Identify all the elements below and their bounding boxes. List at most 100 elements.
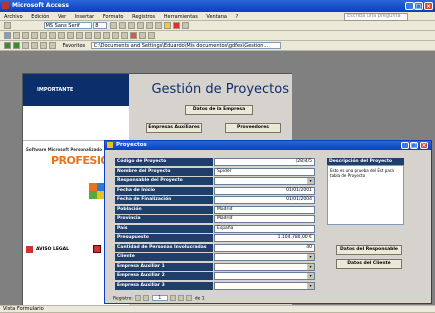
dropdown-arrow-icon[interactable]: ▾	[307, 282, 314, 289]
menu-formato[interactable]: Formato	[103, 14, 124, 20]
field-value-text: (28)4/5	[295, 159, 312, 164]
aviso-go-icon[interactable]	[93, 245, 101, 253]
empresa-data-button[interactable]: Datos de la Empresa	[185, 105, 253, 115]
dropdown-arrow-icon[interactable]: ▾	[307, 254, 314, 260]
help-box[interactable]: Escriba una pregunta	[344, 13, 408, 21]
print-icon[interactable]	[22, 32, 29, 39]
current-record-field[interactable]: 1	[151, 295, 168, 301]
menu-edicion[interactable]: Edición	[31, 14, 49, 20]
underline-icon[interactable]	[127, 22, 135, 29]
menu-ventana[interactable]: Ventana	[206, 14, 227, 20]
cut-icon[interactable]	[49, 32, 56, 39]
important-label[interactable]: IMPORTANTE	[37, 87, 73, 93]
help-icon[interactable]	[148, 32, 155, 39]
field-value[interactable]: 01/01/2004	[214, 196, 315, 204]
paste-icon[interactable]	[67, 32, 74, 39]
size-select[interactable]: 8	[93, 22, 108, 29]
delete-record-icon[interactable]	[130, 32, 137, 39]
proveedores-button[interactable]: Proveedores	[225, 123, 281, 133]
field-value[interactable]: España	[214, 224, 315, 233]
sort-desc-icon[interactable]	[94, 32, 101, 39]
app-titlebar: Microsoft Access _ □ ×	[0, 0, 435, 12]
field-value-text: España	[217, 225, 234, 231]
field-value-text: 01/01/2001	[286, 187, 312, 193]
field-label: Empresa Auxiliar 3	[115, 281, 213, 290]
field-label: Responsable del Proyecto	[115, 177, 213, 185]
align-left-icon[interactable]	[136, 22, 144, 29]
aviso-label: AVISO LEGAL	[36, 247, 69, 252]
office-logo-icon	[89, 183, 105, 203]
favorites-menu[interactable]: Favoritos	[63, 43, 86, 49]
menu-ver[interactable]: Ver	[58, 14, 66, 20]
last-record-icon[interactable]	[178, 295, 185, 301]
field-value[interactable]: Spider	[214, 167, 315, 176]
forward-icon[interactable]	[13, 42, 20, 49]
search-icon[interactable]	[49, 42, 56, 49]
menu-registros[interactable]: Registros	[132, 14, 155, 20]
field-value[interactable]: 01/01/2001	[214, 186, 315, 195]
close-button[interactable]: ×	[424, 2, 433, 10]
menu-ayuda[interactable]: ?	[236, 14, 239, 20]
field-label: Fecha de Inicio	[115, 186, 213, 195]
font-color-icon[interactable]	[172, 22, 180, 29]
field-value[interactable]: ▾	[214, 272, 315, 280]
new-nav-record-icon[interactable]	[186, 295, 193, 301]
italic-icon[interactable]	[118, 22, 126, 29]
standard-toolbar	[0, 31, 435, 41]
menu-bar: Archivo Edición Ver Insertar Formato Reg…	[0, 12, 435, 21]
align-right-icon[interactable]	[154, 22, 162, 29]
save-icon[interactable]	[13, 32, 20, 39]
maximize-button[interactable]: □	[414, 2, 423, 10]
dropdown-arrow-icon[interactable]: ▾	[307, 263, 314, 270]
proyectos-title: Proyectos	[116, 142, 147, 148]
next-record-icon[interactable]	[170, 295, 177, 301]
menu-insertar[interactable]: Insertar	[75, 14, 94, 20]
border-icon[interactable]	[181, 22, 189, 29]
auxiliares-button[interactable]: Empresas Auxiliares	[146, 123, 202, 133]
first-record-icon[interactable]	[135, 295, 142, 301]
undo-icon[interactable]	[76, 32, 83, 39]
sort-asc-icon[interactable]	[85, 32, 92, 39]
find-icon[interactable]	[112, 32, 119, 39]
field-value[interactable]: Madrid	[214, 215, 315, 223]
preview-icon[interactable]	[31, 32, 38, 39]
bold-icon[interactable]	[109, 22, 117, 29]
menu-herramientas[interactable]: Herramientas	[164, 14, 198, 20]
field-value[interactable]: ▾	[214, 281, 315, 290]
home-icon[interactable]	[40, 42, 47, 49]
proyectos-minimize-button[interactable]: _	[401, 142, 409, 149]
field-value[interactable]: 1.104.780,00 €	[214, 234, 315, 242]
dropdown-arrow-icon[interactable]: ▾	[307, 178, 314, 184]
descripcion-textarea[interactable]: Esto es una prueba del Est para tabla de…	[327, 165, 404, 225]
field-value[interactable]: 40	[214, 243, 315, 252]
font-select[interactable]: MS Sans Serif	[43, 22, 92, 29]
field-value[interactable]: ▾	[214, 262, 315, 271]
proyectos-maximize-button[interactable]: □	[410, 142, 418, 149]
field-value[interactable]: ▾	[214, 177, 315, 185]
menu-archivo[interactable]: Archivo	[4, 14, 23, 20]
field-value[interactable]: ▾	[214, 253, 315, 261]
align-center-icon[interactable]	[145, 22, 153, 29]
field-value[interactable]: (28)4/5	[214, 158, 315, 166]
proyectos-close-button[interactable]: ×	[420, 142, 428, 149]
new-record-icon[interactable]	[121, 32, 128, 39]
prev-record-icon[interactable]	[143, 295, 150, 301]
spell-icon[interactable]	[40, 32, 47, 39]
back-icon[interactable]	[4, 42, 11, 49]
design-icon[interactable]	[4, 32, 11, 39]
stop-icon[interactable]	[22, 42, 29, 49]
address-field[interactable]: C:\Documents and Settings\Eduardo\Mis do…	[90, 42, 281, 49]
database-window-icon[interactable]	[139, 32, 146, 39]
datos-cliente-button[interactable]: Datos del Cliente	[336, 259, 402, 269]
view-icon[interactable]	[4, 22, 11, 29]
field-label: Presupuesto	[115, 234, 213, 242]
dropdown-arrow-icon[interactable]: ▾	[307, 273, 314, 279]
refresh-icon[interactable]	[31, 42, 38, 49]
minimize-button[interactable]: _	[405, 2, 414, 10]
field-label: Fecha de Finalización	[115, 196, 213, 204]
datos-responsable-button[interactable]: Datos del Responsable	[336, 245, 402, 255]
copy-icon[interactable]	[58, 32, 65, 39]
fill-color-icon[interactable]	[163, 22, 171, 29]
filter-icon[interactable]	[103, 32, 110, 39]
field-value[interactable]: Madrid	[214, 205, 315, 214]
